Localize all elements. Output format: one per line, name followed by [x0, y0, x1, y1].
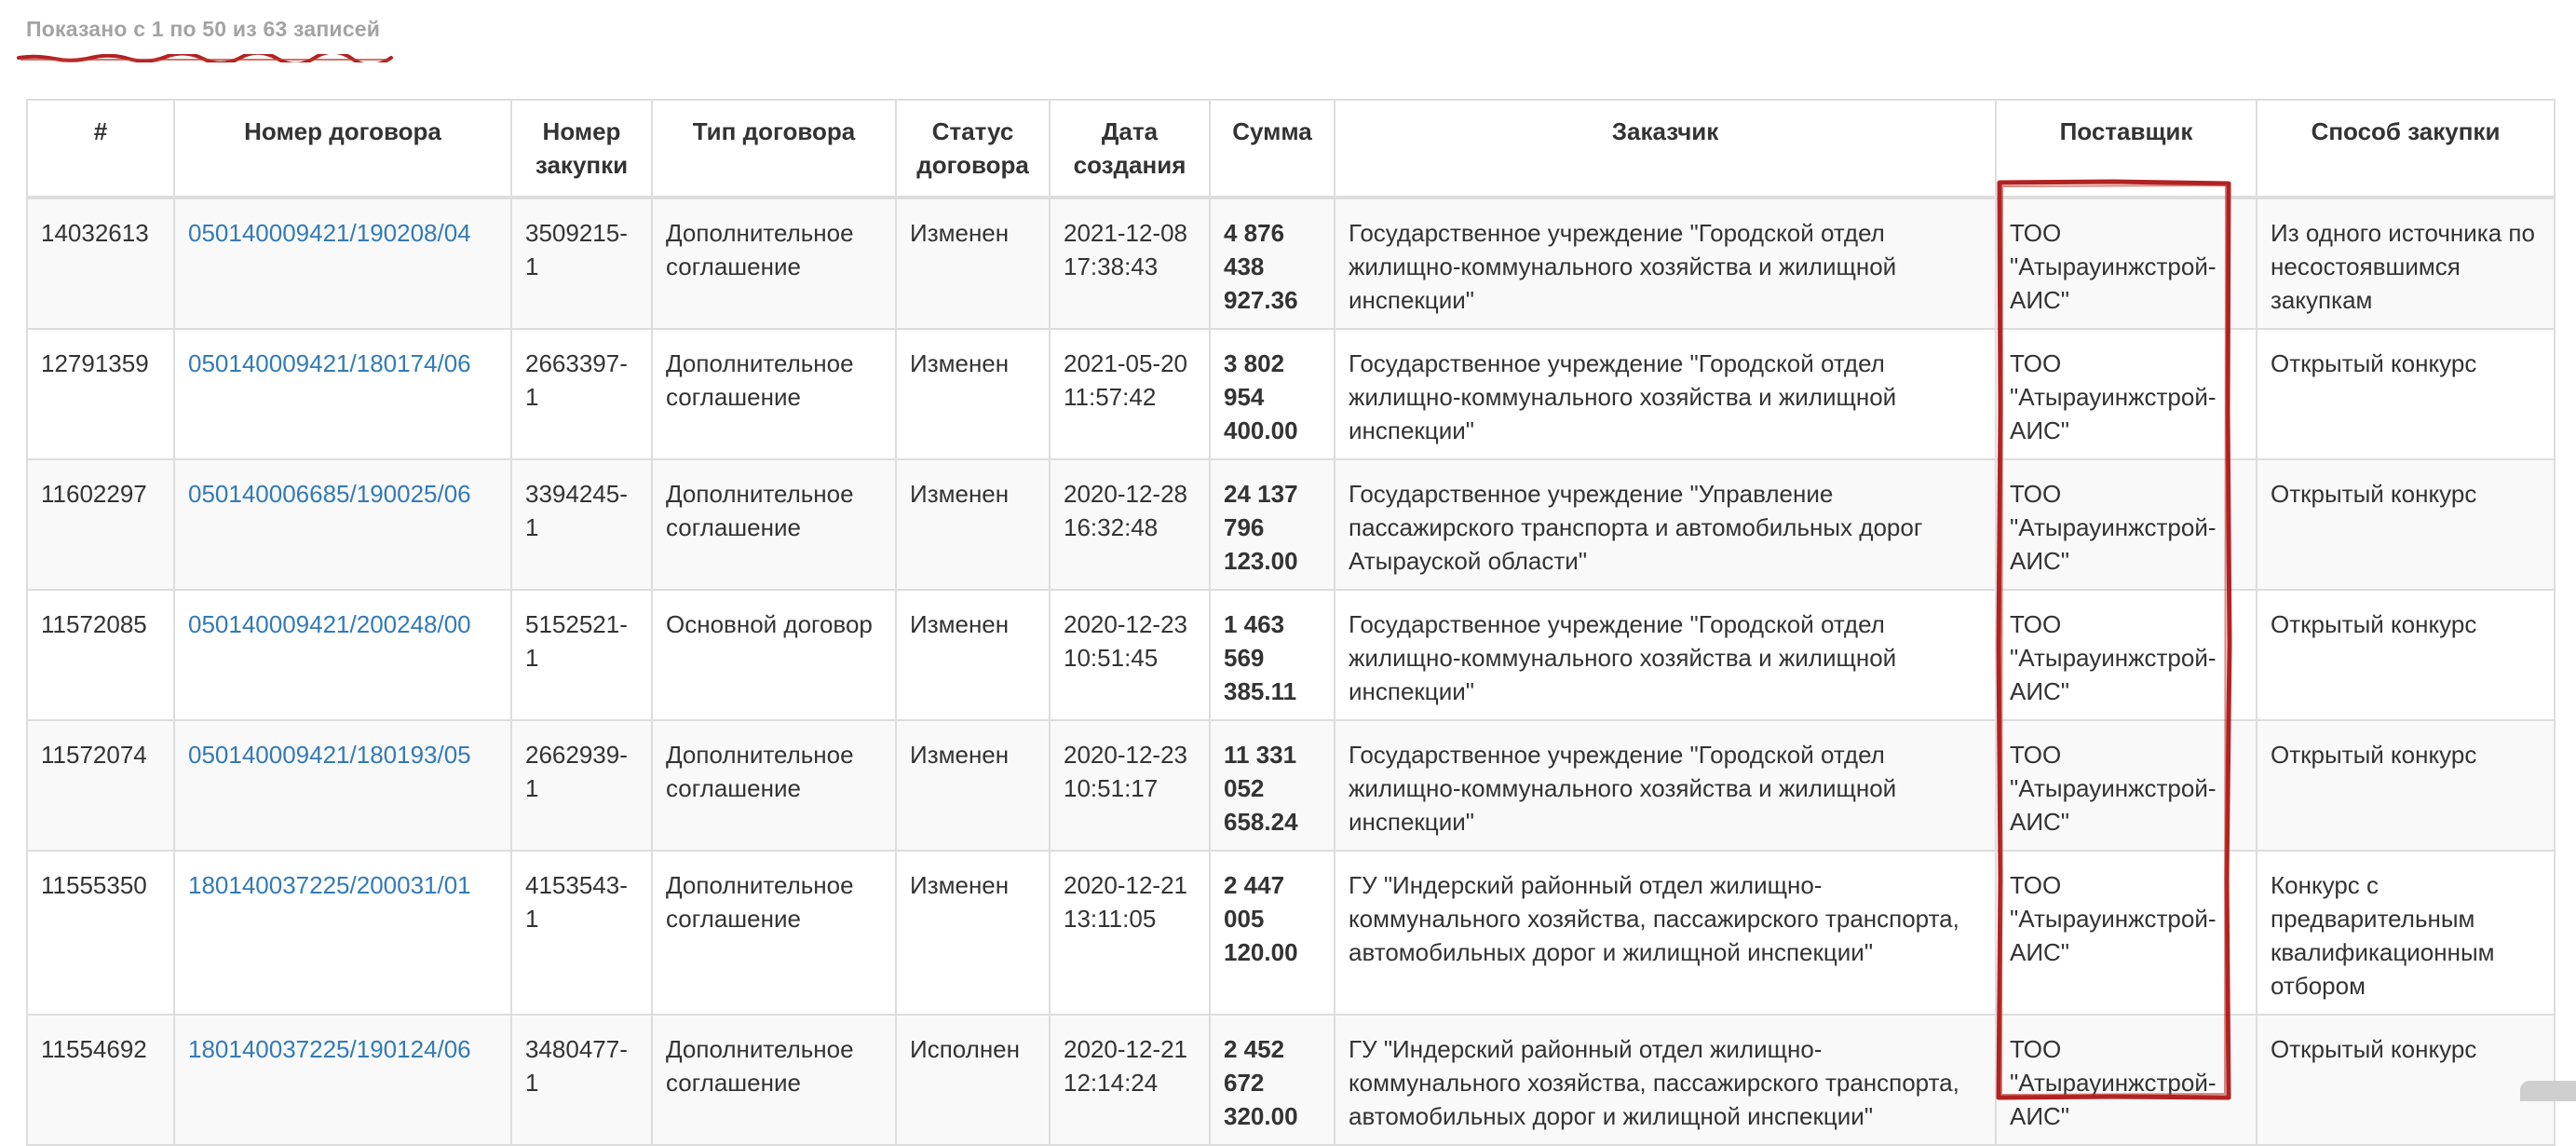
cell-amount: 11 331 052 658.24: [1209, 719, 1335, 852]
cell-purchase-number: 3509215-1: [510, 197, 653, 330]
cell-contract-number: 180140037225/200031/01: [173, 850, 512, 1016]
cell-contract-number: 050140009421/180193/05: [173, 719, 512, 852]
cell-purchase-number: 5152521-1: [510, 589, 653, 721]
cell-customer: Государственное учреждение "Городской от…: [1334, 589, 1997, 721]
cell-created-date: 2020-12-23 10:51:17: [1049, 719, 1211, 852]
cell-contract-status: Изменен: [895, 328, 1051, 460]
column-header-contract-number[interactable]: Номер договора: [173, 99, 512, 199]
cell-contract-number: 050140009421/190208/04: [173, 197, 512, 330]
cell-customer: Государственное учреждение "Управление п…: [1334, 458, 1997, 591]
cell-created-date: 2020-12-21 13:11:05: [1049, 850, 1211, 1016]
contract-number-link[interactable]: 050140009421/200248/00: [188, 610, 471, 638]
cell-contract-type: Дополнительное соглашение: [651, 328, 897, 460]
scrollbar-corner[interactable]: [2520, 1081, 2576, 1101]
cell-id: 11572074: [26, 719, 175, 852]
cell-created-date: 2020-12-23 10:51:45: [1049, 589, 1211, 721]
cell-procurement-method: Открытый конкурс: [2256, 589, 2556, 721]
column-header-created-date[interactable]: Дата создания: [1049, 99, 1211, 199]
column-header-id[interactable]: #: [26, 99, 175, 199]
cell-contract-type: Дополнительное соглашение: [651, 1014, 897, 1146]
contract-number-link[interactable]: 050140009421/180193/05: [188, 741, 471, 769]
cell-contract-status: Исполнен: [895, 1014, 1051, 1146]
contract-number-link[interactable]: 050140009421/190208/04: [188, 219, 471, 247]
cell-contract-number: 050140006685/190025/06: [173, 458, 512, 591]
column-header-contract-type[interactable]: Тип договора: [651, 99, 897, 199]
contract-number-link[interactable]: 050140006685/190025/06: [188, 480, 471, 508]
cell-id: 11602297: [26, 458, 175, 591]
cell-customer: Государственное учреждение "Городской от…: [1334, 328, 1997, 460]
column-header-customer[interactable]: Заказчик: [1334, 99, 1997, 199]
cell-procurement-method: Конкурс с предварительным квалификационн…: [2256, 850, 2556, 1016]
cell-purchase-number: 2663397-1: [510, 328, 653, 460]
cell-contract-number: 050140009421/180174/06: [173, 328, 512, 460]
cell-purchase-number: 2662939-1: [510, 719, 653, 852]
cell-contract-type: Дополнительное соглашение: [651, 719, 897, 852]
cell-id: 11572085: [26, 589, 175, 721]
contract-number-link[interactable]: 050140009421/180174/06: [188, 349, 471, 377]
column-header-procurement-method[interactable]: Способ закупки: [2256, 99, 2556, 199]
cell-purchase-number: 3394245-1: [510, 458, 653, 591]
cell-procurement-method: Открытый конкурс: [2256, 1014, 2556, 1146]
cell-procurement-method: Открытый конкурс: [2256, 458, 2556, 591]
cell-id: 12791359: [26, 328, 175, 460]
cell-contract-type: Дополнительное соглашение: [651, 458, 897, 591]
cell-procurement-method: Из одного источника по несостоявшимся за…: [2256, 197, 2556, 330]
cell-id: 11555350: [26, 850, 175, 1016]
cell-created-date: 2021-12-08 17:38:43: [1049, 197, 1211, 330]
cell-contract-status: Изменен: [895, 458, 1051, 591]
cell-customer: ГУ "Индерский районный отдел жилищно-ком…: [1334, 850, 1997, 1016]
cell-amount: 2 452 672 320.00: [1209, 1014, 1335, 1146]
cell-purchase-number: 3480477-1: [510, 1014, 653, 1146]
cell-procurement-method: Открытый конкурс: [2256, 328, 2556, 460]
column-header-purchase-number[interactable]: Номер закупки: [510, 99, 653, 199]
cell-contract-type: Дополнительное соглашение: [651, 197, 897, 330]
contract-number-link[interactable]: 180140037225/190124/06: [188, 1035, 471, 1063]
supplier-column-highlight-annotation: [1996, 179, 2232, 1100]
cell-customer: Государственное учреждение "Городской от…: [1334, 719, 1997, 852]
records-summary: Показано с 1 по 50 из 63 записей: [26, 17, 381, 41]
cell-procurement-method: Открытый конкурс: [2256, 719, 2556, 852]
cell-id: 11554692: [26, 1014, 175, 1146]
cell-contract-number: 180140037225/190124/06: [173, 1014, 512, 1146]
cell-amount: 24 137 796 123.00: [1209, 458, 1335, 591]
cell-amount: 2 447 005 120.00: [1209, 850, 1335, 1016]
cell-contract-type: Дополнительное соглашение: [651, 850, 897, 1016]
cell-contract-number: 050140009421/200248/00: [173, 589, 512, 721]
column-header-contract-status[interactable]: Статус договора: [895, 99, 1051, 199]
column-header-amount[interactable]: Сумма: [1209, 99, 1335, 199]
cell-contract-status: Изменен: [895, 197, 1051, 330]
contract-number-link[interactable]: 180140037225/200031/01: [188, 871, 471, 899]
cell-created-date: 2020-12-21 12:14:24: [1049, 1014, 1211, 1146]
summary-underline-annotation: [17, 54, 393, 62]
cell-customer: Государственное учреждение "Городской от…: [1334, 197, 1997, 330]
cell-contract-type: Основной договор: [651, 589, 897, 721]
cell-id: 14032613: [26, 197, 175, 330]
cell-amount: 1 463 569 385.11: [1209, 589, 1335, 721]
cell-amount: 3 802 954 400.00: [1209, 328, 1335, 460]
cell-customer: ГУ "Индерский районный отдел жилищно-ком…: [1334, 1014, 1997, 1146]
cell-contract-status: Изменен: [895, 850, 1051, 1016]
cell-created-date: 2020-12-28 16:32:48: [1049, 458, 1211, 591]
cell-created-date: 2021-05-20 11:57:42: [1049, 328, 1211, 460]
cell-contract-status: Изменен: [895, 719, 1051, 852]
cell-contract-status: Изменен: [895, 589, 1051, 721]
cell-amount: 4 876 438 927.36: [1209, 197, 1335, 330]
cell-purchase-number: 4153543-1: [510, 850, 653, 1016]
